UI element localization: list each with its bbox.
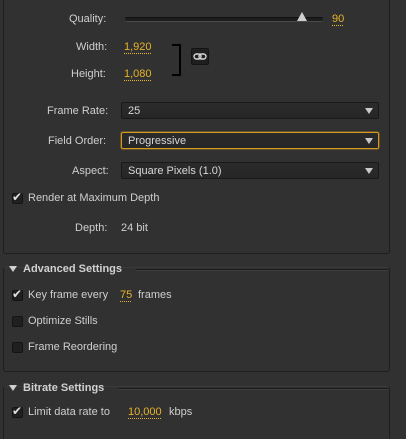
constrain-proportions-button[interactable] bbox=[191, 48, 209, 65]
limit-data-rate-checkbox[interactable]: ✔ bbox=[12, 404, 23, 418]
render-max-depth-checkbox[interactable]: ✔ bbox=[12, 190, 23, 204]
field-order-dropdown[interactable]: Progressive bbox=[121, 132, 379, 149]
export-settings-panel: Quality: 90 Width: 1,920 Height: 1,080 F… bbox=[0, 0, 406, 439]
keyframe-prefix-label[interactable]: Key frame every bbox=[28, 289, 108, 301]
quality-label: Quality: bbox=[69, 13, 107, 25]
aspect-value: Square Pixels (1.0) bbox=[128, 165, 222, 177]
quality-slider-track[interactable] bbox=[125, 17, 323, 22]
aspect-link-bracket bbox=[172, 44, 181, 76]
field-order-value: Progressive bbox=[128, 135, 187, 147]
quality-value[interactable]: 90 bbox=[332, 13, 344, 25]
frame-rate-label: Frame Rate: bbox=[47, 105, 109, 117]
aspect-dropdown[interactable]: Square Pixels (1.0) bbox=[121, 162, 379, 179]
limit-data-rate-prefix-label[interactable]: Limit data rate to bbox=[28, 406, 110, 418]
frame-rate-value: 25 bbox=[128, 105, 141, 117]
chevron-down-icon bbox=[365, 168, 373, 174]
video-settings-group bbox=[3, 0, 390, 254]
keyframe-suffix-label: frames bbox=[138, 289, 172, 301]
height-label: Height: bbox=[71, 68, 106, 80]
depth-value: 24 bit bbox=[121, 222, 148, 234]
quality-slider-thumb[interactable] bbox=[297, 12, 307, 21]
frame-rate-dropdown[interactable]: 25 bbox=[121, 102, 379, 119]
checkmark-icon: ✔ bbox=[12, 190, 23, 204]
checkmark-icon: ✔ bbox=[12, 404, 23, 418]
chain-link-icon bbox=[193, 53, 207, 60]
keyframe-interval-value[interactable]: 75 bbox=[120, 289, 132, 301]
depth-label: Depth: bbox=[75, 222, 108, 234]
data-rate-unit-label: kbps bbox=[169, 406, 193, 418]
width-value[interactable]: 1,920 bbox=[124, 41, 152, 53]
field-order-label: Field Order: bbox=[48, 135, 107, 147]
frame-reordering-label[interactable]: Frame Reordering bbox=[28, 341, 117, 353]
keyframe-checkbox[interactable]: ✔ bbox=[12, 287, 23, 301]
chevron-down-icon bbox=[365, 138, 373, 144]
render-max-depth-label[interactable]: Render at Maximum Depth bbox=[28, 192, 159, 204]
height-value[interactable]: 1,080 bbox=[124, 68, 152, 80]
chevron-down-icon bbox=[365, 108, 373, 114]
optimize-stills-checkbox[interactable] bbox=[12, 316, 23, 327]
width-label: Width: bbox=[76, 41, 108, 53]
optimize-stills-label[interactable]: Optimize Stills bbox=[28, 315, 98, 327]
aspect-label: Aspect: bbox=[72, 165, 109, 177]
data-rate-value[interactable]: 10,000 bbox=[128, 406, 162, 418]
frame-reordering-checkbox[interactable] bbox=[12, 342, 23, 353]
checkmark-icon: ✔ bbox=[12, 287, 23, 301]
